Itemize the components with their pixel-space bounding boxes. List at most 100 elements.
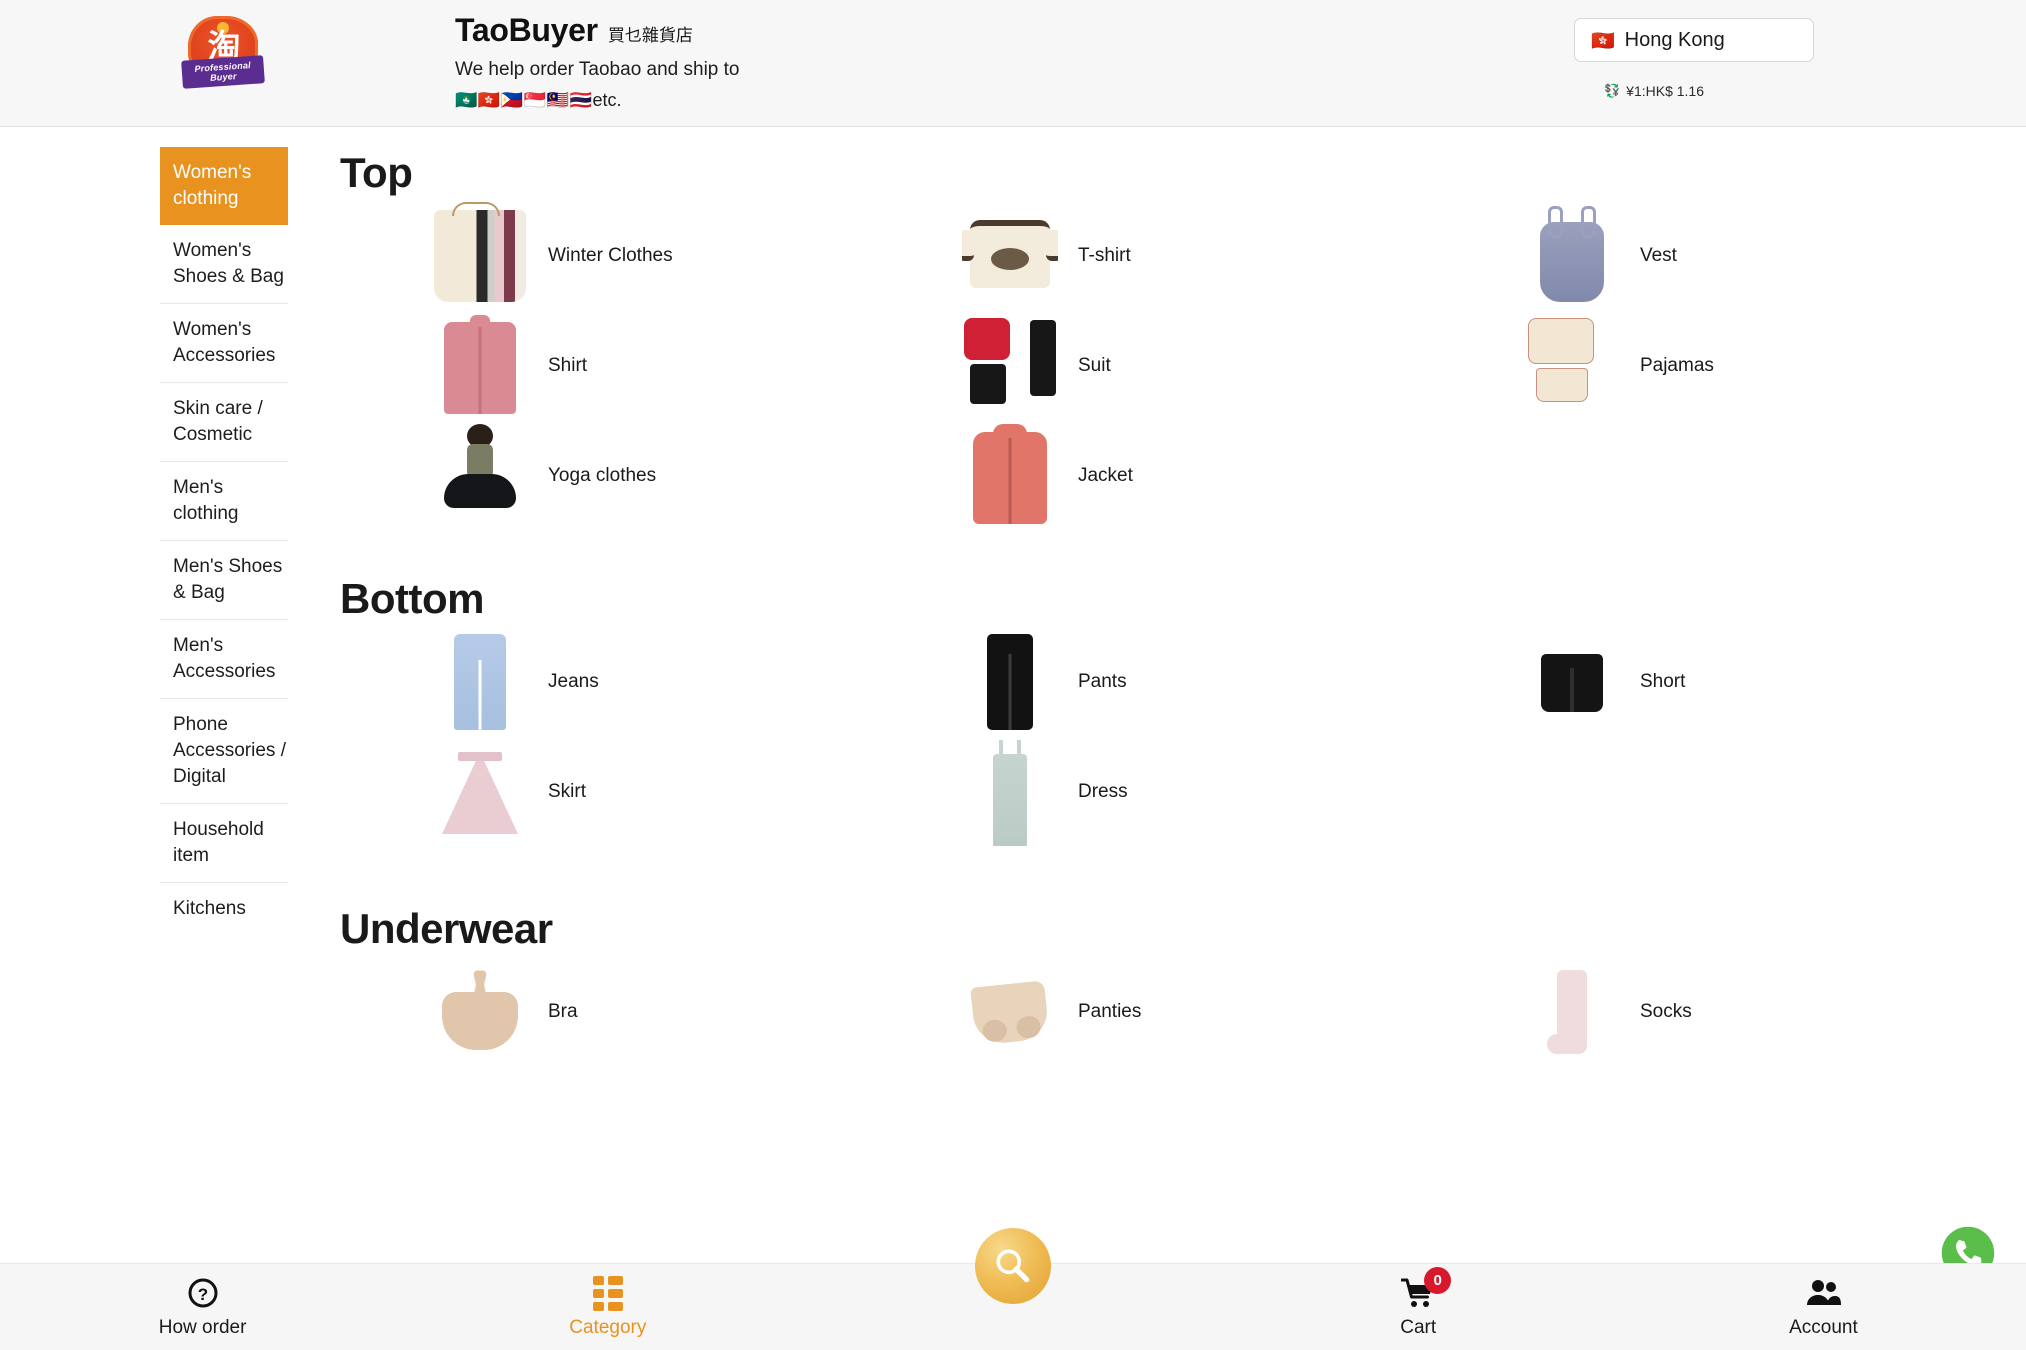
product-thumbnail-art bbox=[962, 738, 1058, 846]
product-grid-underwear: Bra Panties Socks bbox=[340, 957, 2026, 1067]
product-grid-top: Winter Clothes T-shirt Vest Shirt Suit Pajama… bbox=[340, 201, 2026, 531]
country-flags: 🇲🇴🇭🇰🇵🇭🇸🇬🇲🇾🇹🇭 bbox=[455, 90, 593, 111]
nav-label-category: Category bbox=[569, 1317, 647, 1338]
category-sidebar: Women's clothing Women's Shoes & Bag Women… bbox=[0, 127, 312, 1350]
category-card-pajamas[interactable]: Pajamas bbox=[1464, 311, 2026, 421]
logo-ribbon: Professional Buyer bbox=[181, 55, 265, 89]
sidebar-item-phone-accessories-digital[interactable]: Phone Accessories / Digital bbox=[160, 699, 288, 804]
nav-label-cart: Cart bbox=[1400, 1317, 1437, 1338]
svg-text:?: ? bbox=[197, 1285, 207, 1304]
nav-item-search[interactable] bbox=[810, 1228, 1215, 1350]
sidebar-item-men-s-clothing[interactable]: Men's clothing bbox=[160, 462, 288, 541]
category-card-label: Jeans bbox=[548, 671, 599, 692]
category-card-dress[interactable]: Dress bbox=[902, 737, 1464, 847]
nav-item-cart[interactable]: 0 Cart bbox=[1216, 1264, 1621, 1350]
product-thumbnail bbox=[432, 738, 528, 846]
product-thumbnail bbox=[962, 958, 1058, 1066]
product-thumbnail bbox=[962, 628, 1058, 736]
product-thumbnail bbox=[432, 628, 528, 736]
product-thumbnail-art bbox=[432, 202, 528, 310]
product-thumbnail-art bbox=[432, 422, 528, 530]
sidebar-item-household-item[interactable]: Household item bbox=[160, 804, 288, 883]
cart-icon: 0 bbox=[1401, 1267, 1452, 1310]
product-thumbnail-art bbox=[1524, 628, 1620, 736]
page-body: Women's clothing Women's Shoes & Bag Women… bbox=[0, 127, 2026, 1350]
sidebar-item-label: Women's Shoes & Bag bbox=[173, 240, 284, 287]
brand-tagline: We help order Taobao and ship to bbox=[455, 59, 740, 80]
product-thumbnail bbox=[1524, 312, 1620, 420]
product-thumbnail bbox=[962, 422, 1058, 530]
product-thumbnail bbox=[1524, 958, 1620, 1066]
section-heading-top: Top bbox=[340, 149, 413, 196]
logo-ribbon-line2: Buyer bbox=[209, 71, 237, 83]
product-thumbnail-art bbox=[962, 422, 1058, 530]
sidebar-item-kitchens[interactable]: Kitchens bbox=[160, 883, 288, 935]
category-card-label: Winter Clothes bbox=[548, 245, 673, 266]
nav-label-account: Account bbox=[1789, 1317, 1858, 1338]
sidebar-item-label: Women's Accessories bbox=[173, 319, 276, 366]
category-card-label: Skirt bbox=[548, 781, 586, 802]
category-card-label: Suit bbox=[1077, 355, 1111, 376]
category-card-label: Shirt bbox=[548, 355, 588, 376]
sidebar-item-women-s-shoes-bag[interactable]: Women's Shoes & Bag bbox=[160, 225, 288, 304]
nav-item-category[interactable]: Category bbox=[405, 1264, 810, 1350]
product-thumbnail bbox=[432, 202, 528, 310]
category-card-skirt[interactable]: Skirt bbox=[340, 737, 902, 847]
category-card-label: Bra bbox=[548, 1001, 578, 1022]
question-circle-icon: ? bbox=[187, 1276, 219, 1310]
product-category-content: Top Winter Clothes T-shirt Vest Shirt Suit Paj… bbox=[312, 127, 2026, 1350]
category-card-winter-clothes[interactable]: Winter Clothes bbox=[340, 201, 902, 311]
category-card-panties[interactable]: Panties bbox=[902, 957, 1464, 1067]
sidebar-item-women-s-clothing[interactable]: Women's clothing bbox=[160, 147, 288, 225]
exchange-rate-text: ¥1:HK$ 1.16 bbox=[1626, 83, 1704, 99]
category-card-socks[interactable]: Socks bbox=[1464, 957, 2026, 1067]
nav-item-how-order[interactable]: ? How order bbox=[0, 1264, 405, 1350]
sidebar-item-women-s-accessories[interactable]: Women's Accessories bbox=[160, 304, 288, 383]
grid-icon bbox=[592, 1275, 623, 1311]
site-header: 淘 Professional Buyer TaoBuyer 買乜雜貨店 We h… bbox=[0, 0, 2026, 127]
sidebar-item-label: Skin care / Cosmetic bbox=[173, 398, 263, 445]
product-thumbnail-art bbox=[1524, 958, 1620, 1066]
category-card-label: Short bbox=[1639, 671, 1686, 692]
section-heading-bottom: Bottom bbox=[340, 575, 484, 622]
category-card-shirt[interactable]: Shirt bbox=[340, 311, 902, 421]
category-card-yoga-clothes[interactable]: Yoga clothes bbox=[340, 421, 902, 531]
sidebar-item-label: Men's clothing bbox=[173, 477, 239, 524]
exchange-rate: 💱 ¥1:HK$ 1.16 bbox=[1604, 83, 1704, 99]
selected-country-flag-icon: 🇭🇰 bbox=[1591, 29, 1615, 52]
flags-etc-label: etc. bbox=[592, 90, 622, 110]
nav-item-account[interactable]: Account bbox=[1621, 1264, 2026, 1350]
product-thumbnail bbox=[962, 312, 1058, 420]
currency-exchange-icon: 💱 bbox=[1603, 83, 1620, 99]
search-button[interactable] bbox=[975, 1228, 1051, 1304]
category-card-label: Pants bbox=[1077, 671, 1127, 692]
category-card-suit[interactable]: Suit bbox=[902, 311, 1464, 421]
product-thumbnail-art bbox=[432, 628, 528, 736]
category-card-short[interactable]: Short bbox=[1464, 627, 2026, 737]
category-card-label: Vest bbox=[1639, 245, 1677, 266]
product-thumbnail-art bbox=[962, 958, 1058, 1066]
sidebar-item-men-s-shoes-bag[interactable]: Men's Shoes & Bag bbox=[160, 541, 288, 620]
product-thumbnail-art bbox=[961, 202, 1058, 310]
brand-name-chinese: 買乜雜貨店 bbox=[607, 26, 693, 46]
country-selector[interactable]: 🇭🇰 Hong Kong bbox=[1574, 18, 1814, 62]
category-card-vest[interactable]: Vest bbox=[1464, 201, 2026, 311]
category-card-label: Pajamas bbox=[1639, 355, 1714, 376]
sidebar-item-men-s-accessories[interactable]: Men's Accessories bbox=[160, 620, 288, 699]
taobuyer-logo[interactable]: 淘 Professional Buyer bbox=[181, 14, 266, 94]
magnifier-icon bbox=[996, 1249, 1030, 1283]
category-card-label: Dress bbox=[1077, 781, 1128, 802]
category-card-pants[interactable]: Pants bbox=[902, 627, 1464, 737]
product-thumbnail-art bbox=[432, 738, 528, 846]
product-thumbnail-art bbox=[962, 312, 1058, 420]
product-thumbnail bbox=[962, 738, 1058, 846]
brand-title-row: TaoBuyer 買乜雜貨店 bbox=[455, 12, 740, 49]
category-card-jacket[interactable]: Jacket bbox=[902, 421, 1464, 531]
product-thumbnail bbox=[1524, 202, 1620, 310]
shipping-flags-row: 🇲🇴🇭🇰🇵🇭🇸🇬🇲🇾🇹🇭etc. bbox=[455, 89, 740, 112]
category-card-jeans[interactable]: Jeans bbox=[340, 627, 902, 737]
category-card-bra[interactable]: Bra bbox=[340, 957, 902, 1067]
sidebar-item-skin-care-cosmetic[interactable]: Skin care / Cosmetic bbox=[160, 383, 288, 462]
section-heading-underwear: Underwear bbox=[340, 905, 553, 952]
category-card-t-shirt[interactable]: T-shirt bbox=[902, 201, 1464, 311]
